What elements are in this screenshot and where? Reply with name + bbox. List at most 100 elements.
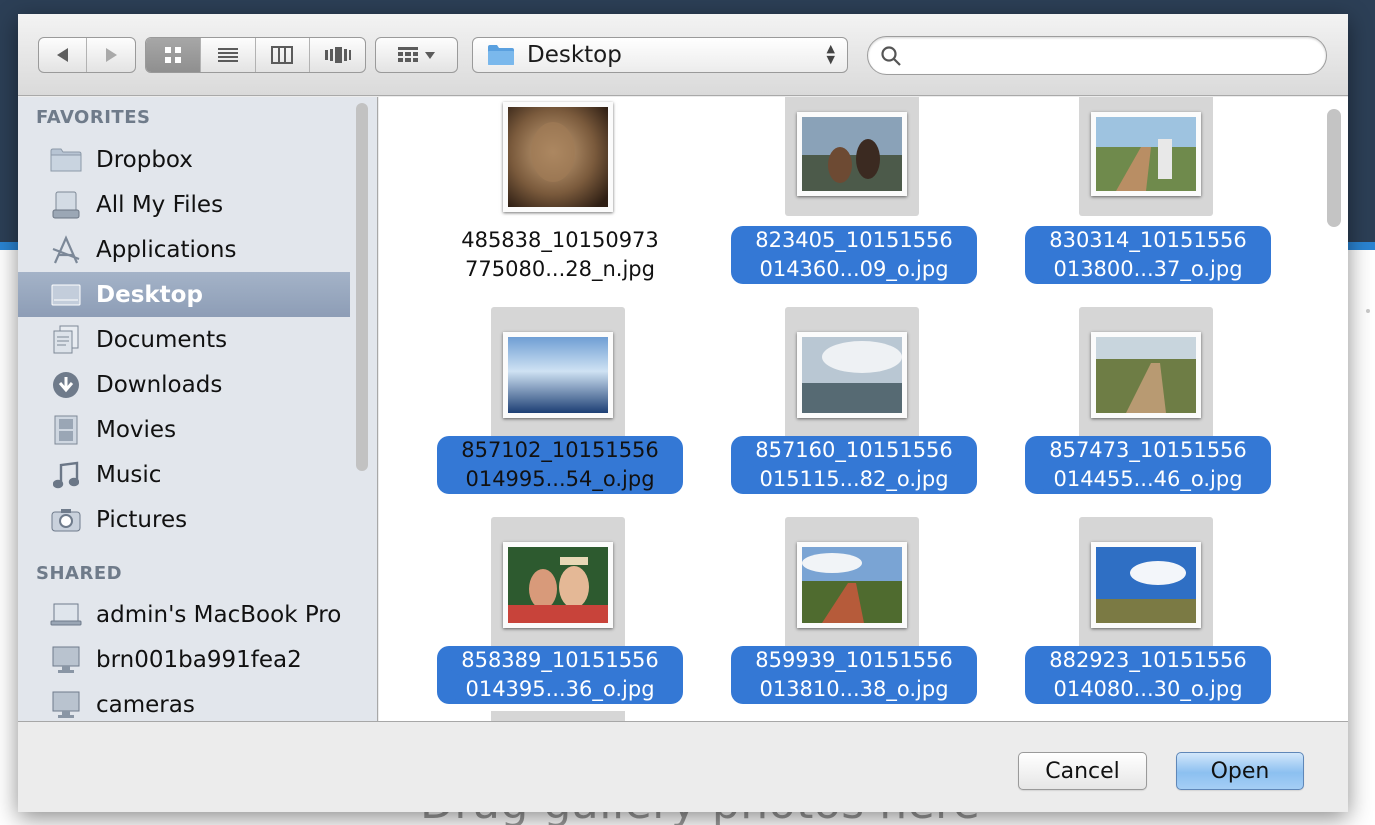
monitor-icon [50,644,82,676]
search-input[interactable] [912,41,1312,70]
sidebar-item-label: Desktop [96,281,203,308]
file-thumbnail [503,102,613,212]
sidebar-item-label: admin's MacBook Pro [96,601,342,628]
file-item[interactable]: 882923_10151556 014080...30_o.jpg [1003,517,1303,721]
file-item[interactable]: 859939_10151556 013810...38_o.jpg [709,517,1009,721]
cover-flow-view-button[interactable] [310,38,365,72]
file-grid-scrollbar[interactable] [1327,109,1341,227]
laptop-icon [50,599,82,631]
monitor-icon [50,689,82,721]
music-icon [50,459,82,491]
file-name: 858389_10151556 014395...36_o.jpg [415,646,705,704]
dialog-toolbar: Desktop ▲ ▼ [18,14,1348,96]
location-popup[interactable]: Desktop ▲ ▼ [472,37,848,73]
back-forward-control [38,37,136,73]
file-thumbnail [797,332,907,418]
arrange-grid-icon [398,47,418,62]
file-name: 857102_10151556 014995...54_o.jpg [415,436,705,494]
shared-header: SHARED [36,563,123,584]
file-name: 859939_10151556 013810...38_o.jpg [709,646,999,704]
camera-icon [50,504,82,536]
location-label: Desktop [527,42,622,68]
all-files-icon [50,189,82,221]
sidebar-item-label: Documents [96,326,228,353]
file-name: 857160_10151556 015115...82_o.jpg [709,436,999,494]
search-icon [881,46,901,66]
desktop-icon [50,279,82,311]
file-item[interactable]: 857160_10151556 015115...82_o.jpg [709,307,1009,512]
file-name: 882923_10151556 014080...30_o.jpg [1003,646,1293,704]
applications-icon [50,234,82,266]
sidebar-item-desktop[interactable]: Desktop [18,272,350,317]
file-thumbnail [1091,112,1201,196]
desktop-folder-icon [488,45,514,65]
dialog-button-bar: Cancel Open [18,721,1348,812]
downloads-icon [50,369,82,401]
background-dot [1366,309,1370,313]
arrange-control [375,37,458,73]
sidebar-item-all-my-files[interactable]: All My Files [18,182,350,227]
file-name: 823405_10151556 014360...09_o.jpg [709,226,999,284]
sidebar-item-label: brn001ba991fea2 [96,646,302,673]
list-view-icon [217,48,238,62]
sidebar-item-label: All My Files [96,191,224,218]
file-thumbnail [1091,542,1201,628]
file-name: 830314_10151556 013800...37_o.jpg [1003,226,1293,284]
file-name: 857473_10151556 014455...46_o.jpg [1003,436,1293,494]
file-name: 485838_10150973 775080...28_n.jpg [461,228,659,281]
forward-button[interactable] [87,38,135,72]
file-item[interactable]: 857102_10151556 014995...54_o.jpg [415,307,715,512]
sidebar-item-label: cameras [96,691,195,718]
cover-flow-view-icon [324,47,351,63]
sidebar-item-label: Music [96,461,162,488]
documents-icon [50,324,82,356]
sidebar-item-macbook-pro[interactable]: admin's MacBook Pro [18,592,350,637]
open-button[interactable]: Open [1176,752,1304,790]
file-thumbnail [503,332,613,418]
sidebar-item-music[interactable]: Music [18,452,350,497]
favorites-header: FAVORITES [36,107,151,128]
chevron-down-icon [425,51,435,59]
file-thumbnail [503,542,613,628]
icon-view-icon [164,47,181,63]
file-item[interactable]: 857473_10151556 014455...46_o.jpg [1003,307,1303,512]
search-field [867,36,1327,75]
arrange-button[interactable] [376,38,457,72]
forward-arrow-icon [106,48,117,62]
back-button[interactable] [39,38,88,72]
sidebar-item-applications[interactable]: Applications [18,227,350,272]
file-item[interactable]: 858389_10151556 014395...36_o.jpg [415,517,715,721]
file-item[interactable]: 485838_10150973 775080...28_n.jpg [415,102,715,302]
sidebar-item-label: Dropbox [96,146,193,173]
icon-view-button[interactable] [146,38,201,72]
file-thumbnail [1091,332,1201,418]
sidebar-item-pictures[interactable]: Pictures [18,497,350,542]
sidebar-item-label: Movies [96,416,177,443]
sidebar-item-label: Downloads [96,371,223,398]
updown-chevron-icon: ▲ ▼ [826,42,835,66]
list-view-button[interactable] [201,38,256,72]
movies-icon [50,414,82,446]
sidebar-item-brn001ba991fea2[interactable]: brn001ba991fea2 [18,637,350,682]
sidebar-item-label: Applications [96,236,237,263]
sidebar-item-dropbox[interactable]: Dropbox [18,137,350,182]
back-arrow-icon [56,48,68,62]
cancel-button[interactable]: Cancel [1018,752,1147,790]
sidebar-scrollbar[interactable] [356,103,368,471]
selection-highlight [491,711,625,721]
folder-icon [50,144,82,176]
sidebar-item-label: Pictures [96,506,188,533]
file-item[interactable]: 823405_10151556 014360...09_o.jpg [709,97,1009,302]
column-view-icon [271,46,294,64]
file-thumbnail [797,112,907,196]
sidebar-item-downloads[interactable]: Downloads [18,362,350,407]
column-view-button[interactable] [256,38,311,72]
file-item[interactable]: 830314_10151556 013800...37_o.jpg [1003,97,1303,302]
view-mode-control [145,37,366,73]
file-browser-grid: 485838_10150973 775080...28_n.jpg 823405_… [379,97,1348,721]
file-thumbnail [797,542,907,628]
open-file-dialog: Desktop ▲ ▼ FAVORITES Dropbox All My File… [18,14,1348,812]
sidebar-item-movies[interactable]: Movies [18,407,350,452]
sidebar: FAVORITES Dropbox All My Files Applicati… [18,97,378,721]
sidebar-item-documents[interactable]: Documents [18,317,350,362]
